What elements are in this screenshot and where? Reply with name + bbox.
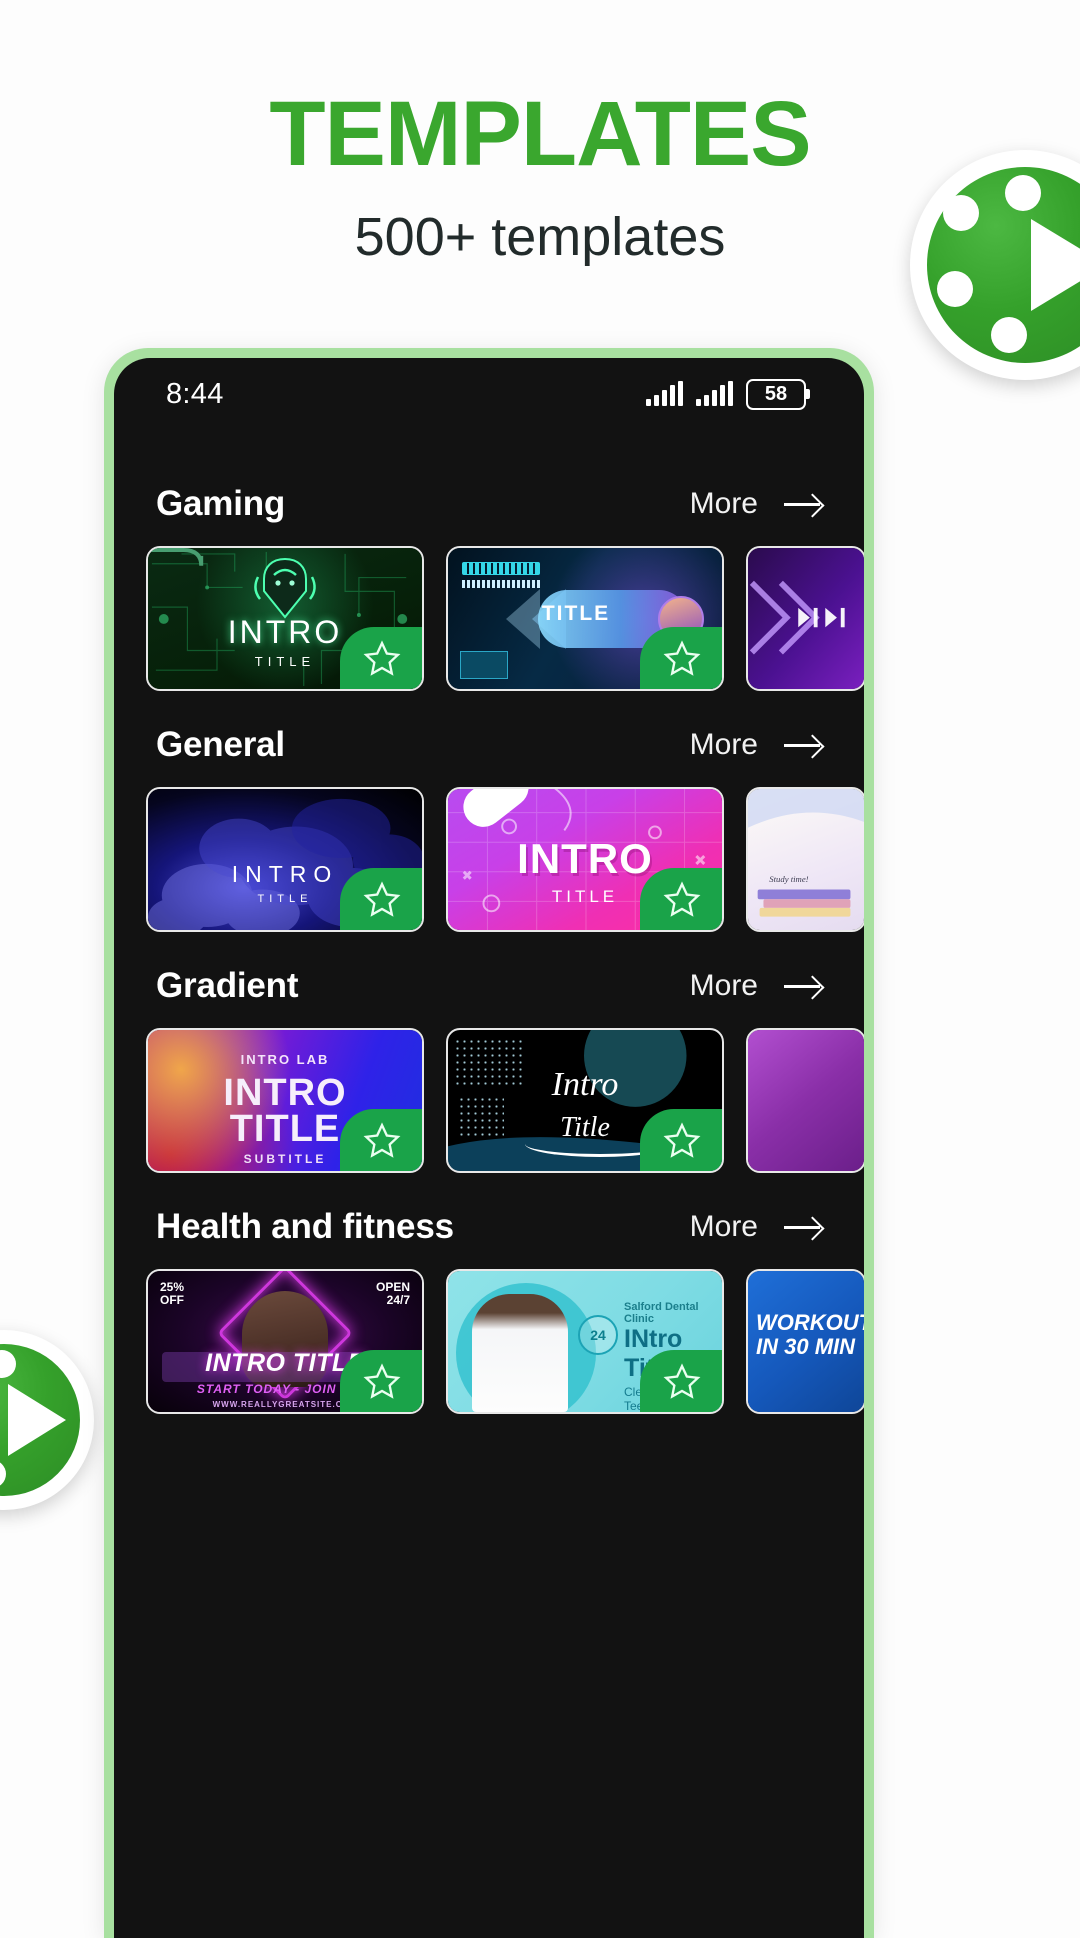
hud-bar-icon xyxy=(462,562,540,575)
more-label: More xyxy=(689,728,758,761)
template-card-gradient-cyan-script[interactable]: Intro Title xyxy=(446,1028,724,1173)
card-rail-gradient[interactable]: INTRO LAB INTRO TITLE SUBTITLE Intro Tit… xyxy=(114,1028,864,1173)
favorite-button[interactable] xyxy=(340,627,422,689)
doctor-photo xyxy=(472,1294,568,1412)
more-button-health[interactable]: More xyxy=(690,1210,822,1244)
double-arrow-icon xyxy=(749,580,845,655)
app-logo-bottom xyxy=(0,1330,94,1510)
card-rail-gaming[interactable]: INTRO TITLE TITLE xyxy=(114,546,864,691)
template-card-general-study-notes[interactable]: Study time! xyxy=(746,787,864,932)
section-header-gaming: Gaming More xyxy=(114,458,864,546)
phone-screen: 8:44 58 Gaming More INTRO TITLE TITLE Ge… xyxy=(114,358,864,1938)
section-title: Gradient xyxy=(156,966,299,1005)
card-rail-health[interactable]: 25% OFF OPEN 24/7 INTRO TITLE START TODA… xyxy=(114,1269,864,1414)
section-header-general: General More xyxy=(114,699,864,787)
arrow-right-icon xyxy=(784,975,822,997)
more-label: More xyxy=(689,1210,758,1243)
template-card-gaming-hud-title[interactable]: TITLE xyxy=(446,546,724,691)
discount-label: OFF xyxy=(160,1292,184,1307)
24h-badge: 24 xyxy=(578,1315,618,1355)
hours-line1: OPEN xyxy=(375,1280,410,1294)
section-gaming: Gaming More INTRO TITLE TITLE xyxy=(114,458,864,691)
template-card-general-magenta[interactable]: INTRO TITLE xyxy=(446,787,724,932)
template-card-gaming-intro-circuit[interactable]: INTRO TITLE xyxy=(146,546,424,691)
section-title: Health and fitness xyxy=(156,1207,454,1246)
hours-badge: OPEN 24/7 xyxy=(376,1281,410,1306)
favorite-button[interactable] xyxy=(640,1350,722,1412)
discount-badge: 25% OFF xyxy=(160,1281,184,1306)
template-card-health-workout-blue[interactable]: WORKOUT IN 30 MIN xyxy=(746,1269,864,1414)
favorite-button[interactable] xyxy=(340,1109,422,1171)
page-title: TEMPLATES xyxy=(269,83,811,185)
more-label: More xyxy=(689,969,758,1002)
section-health-and-fitness: Health and fitness More 25% OFF OPEN 24/… xyxy=(114,1181,864,1414)
favorite-button[interactable] xyxy=(340,868,422,930)
section-header-health: Health and fitness More xyxy=(114,1181,864,1269)
section-title: General xyxy=(156,725,285,764)
section-title: Gaming xyxy=(156,484,286,523)
card-rail-general[interactable]: INTRO TITLE INTRO TITLE Study time! xyxy=(114,787,864,932)
star-outline-icon xyxy=(363,640,401,676)
section-general: General More INTRO TITLE INTRO TITLE Stu… xyxy=(114,699,864,932)
film-reel-play-icon xyxy=(927,167,1080,363)
template-card-gradient-intro-lab[interactable]: INTRO LAB INTRO TITLE SUBTITLE xyxy=(146,1028,424,1173)
arrow-right-icon xyxy=(784,1216,822,1238)
more-label: More xyxy=(689,487,758,520)
clinic-name: Salford Dental Clinic xyxy=(624,1301,699,1325)
workout-line1: WORKOUT xyxy=(756,1310,864,1335)
status-clock: 8:44 xyxy=(166,377,224,410)
star-outline-icon xyxy=(363,1122,401,1158)
template-card-health-gym-neon[interactable]: 25% OFF OPEN 24/7 INTRO TITLE START TODA… xyxy=(146,1269,424,1414)
notebook-icon: Study time! xyxy=(748,789,864,917)
star-outline-icon xyxy=(663,1122,701,1158)
favorite-button[interactable] xyxy=(340,1350,422,1412)
favorite-button[interactable] xyxy=(640,627,722,689)
signal-bars-icon-1 xyxy=(646,381,683,406)
star-outline-icon xyxy=(363,881,401,917)
star-outline-icon xyxy=(663,640,701,676)
svg-text:Study time!: Study time! xyxy=(769,874,808,884)
favorite-button[interactable] xyxy=(640,1109,722,1171)
status-bar: 8:44 58 xyxy=(114,358,864,430)
more-button-gradient[interactable]: More xyxy=(690,969,822,1003)
template-card-health-dental-clinic[interactable]: 24 Salford Dental Clinic INtro Title Cle… xyxy=(446,1269,724,1414)
signal-bars-icon-2 xyxy=(696,381,733,406)
more-button-gaming[interactable]: More xyxy=(690,487,822,521)
section-header-gradient: Gradient More xyxy=(114,940,864,1028)
arrow-right-icon xyxy=(784,734,822,756)
card-title-text: TITLE xyxy=(541,602,611,625)
star-outline-icon xyxy=(663,881,701,917)
hud-bar-secondary-icon xyxy=(462,580,540,588)
section-gradient: Gradient More INTRO LAB INTRO TITLE SUBT… xyxy=(114,940,864,1173)
template-card-gaming-purple-arrows[interactable] xyxy=(746,546,864,691)
discount-percent: 25% xyxy=(160,1280,185,1294)
hours-line2: 24/7 xyxy=(386,1292,410,1307)
page-subtitle: 500+ templates xyxy=(354,207,726,267)
card-lab-text: INTRO LAB xyxy=(240,1052,330,1067)
minimap-icon xyxy=(460,651,508,679)
star-outline-icon xyxy=(663,1363,701,1399)
film-reel-play-icon xyxy=(0,1344,80,1496)
star-outline-icon xyxy=(363,1363,401,1399)
more-button-general[interactable]: More xyxy=(690,728,822,762)
battery-indicator: 58 xyxy=(746,378,810,410)
workout-line2: IN 30 MIN xyxy=(756,1334,856,1360)
phone-mockup: 8:44 58 Gaming More INTRO TITLE TITLE Ge… xyxy=(104,348,874,1938)
favorite-button[interactable] xyxy=(640,868,722,930)
template-list: Gaming More INTRO TITLE TITLE General Mo… xyxy=(114,430,864,1414)
arrow-right-icon xyxy=(784,493,822,515)
status-indicators: 58 xyxy=(646,378,810,410)
template-card-gradient-purple[interactable] xyxy=(746,1028,864,1173)
template-card-general-blue-smoke[interactable]: INTRO TITLE xyxy=(146,787,424,932)
card-intro-text: Intro xyxy=(551,1066,619,1103)
